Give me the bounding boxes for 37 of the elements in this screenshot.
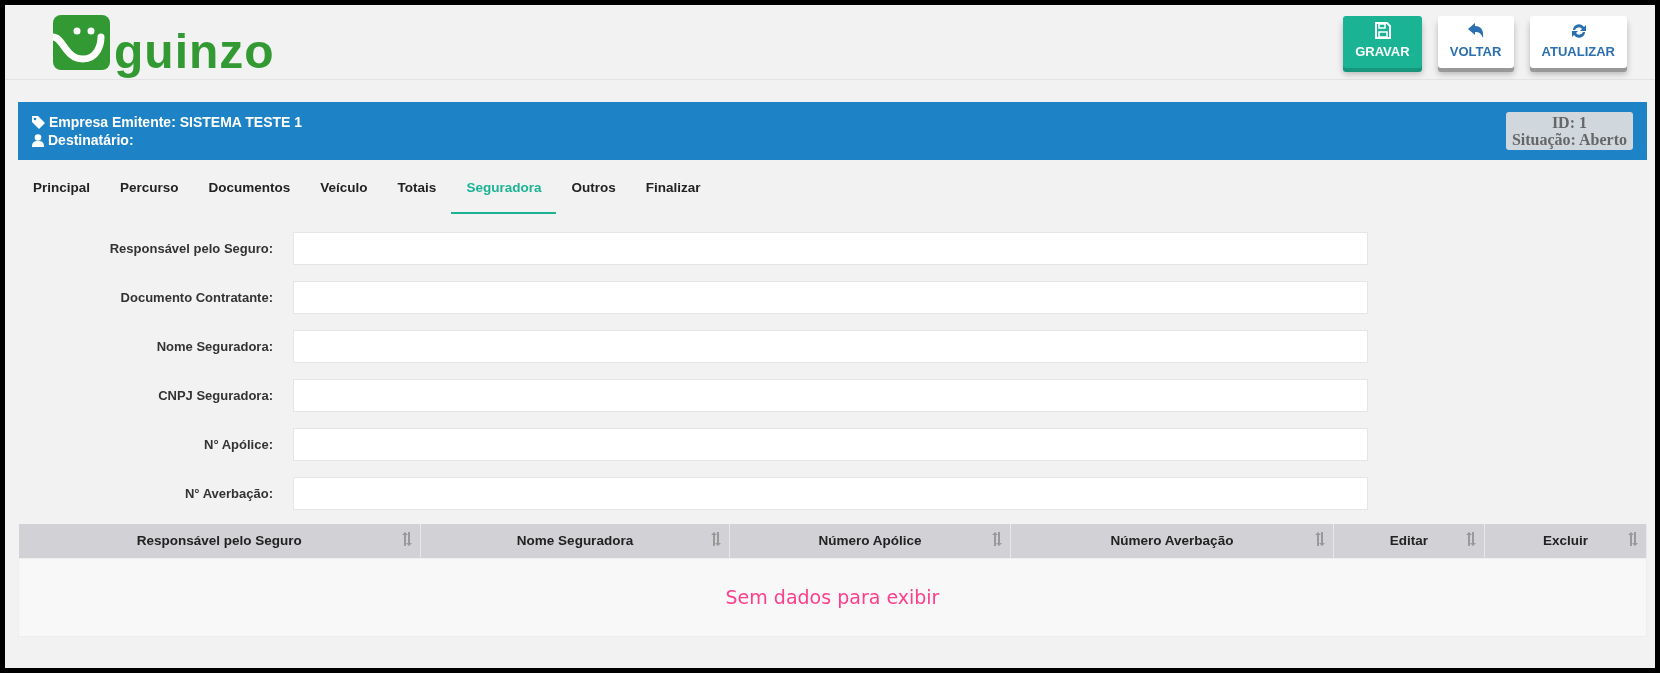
input-field[interactable] xyxy=(293,477,1368,511)
field-label: N° Apólice: xyxy=(203,436,274,454)
tab[interactable]: Percurso xyxy=(105,166,194,215)
emitente-text: Empresa Emitente: SISTEMA TESTE 1 xyxy=(49,113,303,131)
logo-text: guinzo xyxy=(114,27,275,76)
field-label: Documento Contratante: xyxy=(119,289,274,307)
tab[interactable]: Principal xyxy=(18,166,106,215)
column-header: Editar xyxy=(1333,524,1485,559)
user-icon xyxy=(32,133,44,147)
save-icon xyxy=(1373,22,1391,40)
field-label: Nome Seguradora: xyxy=(155,338,274,356)
tab[interactable]: Finalizar xyxy=(630,166,716,215)
field-label: CNPJ Seguradora: xyxy=(157,387,274,405)
tab[interactable]: Documentos xyxy=(193,166,306,215)
refresh-icon xyxy=(1569,22,1587,40)
column-header: Nome Seguradora xyxy=(420,524,730,559)
tab[interactable]: Veículo xyxy=(305,166,383,215)
column-header: Número Averbação xyxy=(1010,524,1334,559)
input-field[interactable] xyxy=(293,379,1368,413)
destinatario-text: Destinatário: xyxy=(48,131,134,149)
empty-message: Sem dados para exibir xyxy=(18,558,1647,637)
situacao-text: Situação: Aberto xyxy=(1511,131,1627,148)
smiley-logo-icon xyxy=(53,14,110,70)
tab[interactable]: Totais xyxy=(382,166,452,215)
tag-icon xyxy=(32,115,45,129)
tab[interactable]: Outros xyxy=(556,166,631,215)
input-field[interactable] xyxy=(293,428,1368,462)
column-header: Número Apólice xyxy=(729,524,1011,559)
back-arrow-icon xyxy=(1467,22,1485,40)
column-header: Excluir xyxy=(1484,524,1647,559)
field-label: N° Averbação: xyxy=(183,485,274,503)
input-field[interactable] xyxy=(293,330,1368,364)
column-header: Responsável pelo Seguro xyxy=(18,524,421,559)
id-text: ID: 1 xyxy=(1550,114,1588,131)
input-field[interactable] xyxy=(293,281,1368,315)
input-field[interactable] xyxy=(293,232,1368,266)
field-label: Responsável pelo Seguro: xyxy=(108,240,274,258)
